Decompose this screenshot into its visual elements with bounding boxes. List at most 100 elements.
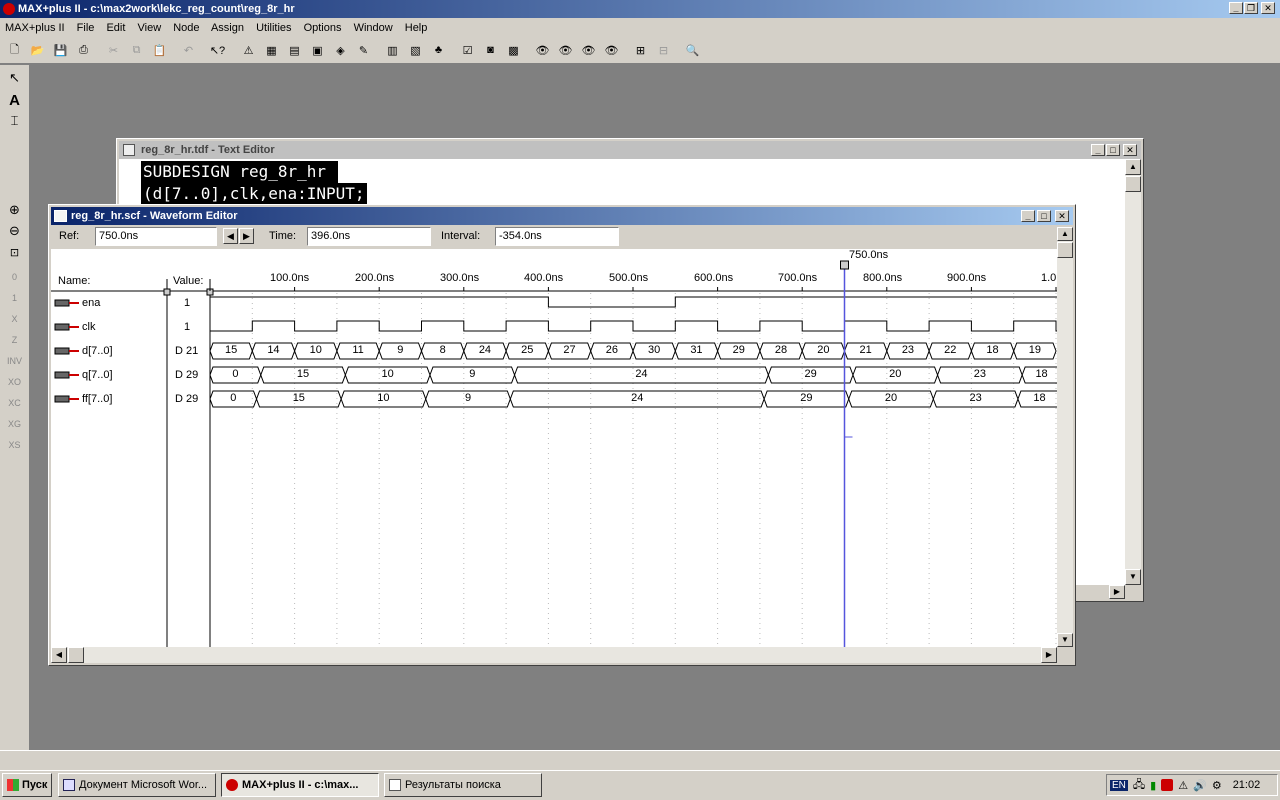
app-icon[interactable] <box>3 3 15 15</box>
start-button[interactable]: Пуск <box>2 773 52 797</box>
overwrite-icon[interactable]: XO <box>4 373 25 391</box>
security-icon[interactable]: ⚠ <box>1178 779 1188 792</box>
menu-file[interactable]: File <box>77 22 95 34</box>
paste-icon[interactable]: 📋 <box>149 40 170 60</box>
open-icon[interactable]: 📂 <box>27 40 48 60</box>
signal-name-ena[interactable]: ena <box>82 297 100 309</box>
signal-name-d[interactable]: d[7..0] <box>82 345 113 357</box>
menu-help[interactable]: Help <box>405 22 428 34</box>
waveform-scroll-right[interactable]: ▶ <box>1041 647 1057 663</box>
clock-icon[interactable]: XC <box>4 394 25 412</box>
zoom-disabled-icon[interactable]: 🔍 <box>682 40 703 60</box>
text-editor-scroll-down[interactable]: ▼ <box>1125 569 1141 585</box>
waveform-close[interactable]: ✕ <box>1055 210 1069 222</box>
warning-icon[interactable]: ⚠ <box>238 40 259 60</box>
network-icon[interactable]: 🖧 <box>1133 776 1145 795</box>
low-icon[interactable]: 0 <box>4 268 25 286</box>
language-indicator[interactable]: EN <box>1110 779 1128 791</box>
menu-window[interactable]: Window <box>354 22 393 34</box>
group-icon[interactable]: XG <box>4 415 25 433</box>
find-node-icon[interactable]: 👁 <box>532 40 553 60</box>
high-icon[interactable]: 1 <box>4 289 25 307</box>
print-icon[interactable]: ⎙ <box>73 40 94 60</box>
text-editor-icon[interactable] <box>123 144 135 156</box>
text-editor-scroll-thumb[interactable] <box>1125 176 1141 192</box>
simulate-icon[interactable]: ✎ <box>353 40 374 60</box>
sequence-icon[interactable]: XS <box>4 436 25 454</box>
ref-prev-button[interactable]: ◀ <box>223 228 238 244</box>
fit-window-icon[interactable]: ⊡ <box>4 243 25 261</box>
disk-icon[interactable]: ▩ <box>503 40 524 60</box>
antivirus-icon[interactable] <box>1161 779 1174 791</box>
close-button[interactable]: ✕ <box>1261 2 1275 14</box>
select-tool-icon[interactable]: ↖ <box>4 69 25 87</box>
new-icon[interactable]: 🗋 <box>4 40 25 60</box>
text-editor-minimize[interactable]: _ <box>1091 144 1105 156</box>
grid-alt-icon[interactable]: ⊟ <box>653 40 674 60</box>
task-word[interactable]: Документ Microsoft Wor... <box>58 773 216 797</box>
menu-node[interactable]: Node <box>173 22 199 34</box>
stop-icon[interactable]: ◙ <box>480 40 501 60</box>
restore-button[interactable]: ❐ <box>1244 2 1258 14</box>
text-tool-icon[interactable]: A <box>4 91 25 109</box>
save-check-icon[interactable]: ▣ <box>307 40 328 60</box>
zoom-out-icon[interactable]: ⊖ <box>4 222 25 240</box>
waveform-editor-icon[interactable] <box>54 210 67 222</box>
menu-maxplus[interactable]: MAX+plus II <box>5 22 65 34</box>
ref-next-button[interactable]: ▶ <box>239 228 254 244</box>
floorplan-icon[interactable]: ▤ <box>284 40 305 60</box>
menu-options[interactable]: Options <box>304 22 342 34</box>
waveform-scroll-down[interactable]: ▼ <box>1057 633 1073 647</box>
signal-name-clk[interactable]: clk <box>82 321 95 333</box>
waveform-svg[interactable] <box>51 249 1057 647</box>
waveform-scroll-left[interactable]: ◀ <box>51 647 67 663</box>
waveform-hscroll-thumb[interactable] <box>68 647 84 663</box>
text-editor-scroll-up[interactable]: ▲ <box>1125 159 1141 175</box>
waveform-scroll-up[interactable]: ▲ <box>1057 227 1073 241</box>
tray-misc-icon[interactable]: ⚙ <box>1212 779 1222 792</box>
menu-edit[interactable]: Edit <box>106 22 125 34</box>
waveform-hscroll[interactable]: ◀ ▶ <box>51 647 1057 663</box>
menu-utilities[interactable]: Utilities <box>256 22 291 34</box>
tree-icon[interactable]: ♣ <box>428 40 449 60</box>
text-editor-maximize[interactable]: □ <box>1106 144 1120 156</box>
bus-value: 24 <box>478 344 492 356</box>
undo-icon[interactable]: ↶ <box>178 40 199 60</box>
waveform-tool-icon[interactable]: ⌶ <box>4 112 25 130</box>
waveform-minimize[interactable]: _ <box>1021 210 1035 222</box>
signal-name-ff[interactable]: ff[7..0] <box>82 393 112 405</box>
invert-icon[interactable]: INV <box>4 352 25 370</box>
ref-field[interactable]: 750.0ns <box>95 227 217 246</box>
waveform-maximize[interactable]: □ <box>1037 210 1051 222</box>
find-ab-icon[interactable]: 👁 <box>555 40 576 60</box>
minimize-button[interactable]: _ <box>1229 2 1243 14</box>
find-eye-icon[interactable]: 👁 <box>601 40 622 60</box>
save-icon[interactable]: 💾 <box>50 40 71 60</box>
compile-icon[interactable]: ◈ <box>330 40 351 60</box>
text-editor-close[interactable]: ✕ <box>1123 144 1137 156</box>
waveform-area[interactable]: 750.0ns Name: Value: 100.0ns 200.0ns 300… <box>51 249 1057 647</box>
high-z-icon[interactable]: Z <box>4 331 25 349</box>
cut-icon[interactable]: ✂ <box>103 40 124 60</box>
top-level-icon[interactable]: ▧ <box>405 40 426 60</box>
dont-care-icon[interactable]: X <box>4 310 25 328</box>
waveform-vscroll[interactable]: ▲ ▼ <box>1057 227 1073 647</box>
signal-icon[interactable]: ▮ <box>1150 779 1156 792</box>
zoom-in-icon[interactable]: ⊕ <box>4 201 25 219</box>
task-search[interactable]: Результаты поиска <box>384 773 542 797</box>
grid-icon[interactable]: ⊞ <box>630 40 651 60</box>
signal-name-q[interactable]: q[7..0] <box>82 369 113 381</box>
hierarchy-icon[interactable]: ▦ <box>261 40 282 60</box>
find-connect-icon[interactable]: 👁 <box>578 40 599 60</box>
copy-icon[interactable]: ⧉ <box>126 40 147 60</box>
help-pointer-icon[interactable]: ↖? <box>207 40 228 60</box>
task-maxplus[interactable]: MAX+plus II - c:\max... <box>221 773 379 797</box>
menu-view[interactable]: View <box>138 22 162 34</box>
text-editor-vscroll[interactable]: ▲ ▼ <box>1125 159 1141 585</box>
check-icon[interactable]: ☑ <box>457 40 478 60</box>
text-editor-hscroll-right[interactable]: ▶ <box>1109 585 1125 599</box>
waveform-scroll-thumb[interactable] <box>1057 242 1073 258</box>
audio-icon[interactable]: 🔊 <box>1193 779 1207 792</box>
project-icon[interactable]: ▥ <box>382 40 403 60</box>
menu-assign[interactable]: Assign <box>211 22 244 34</box>
